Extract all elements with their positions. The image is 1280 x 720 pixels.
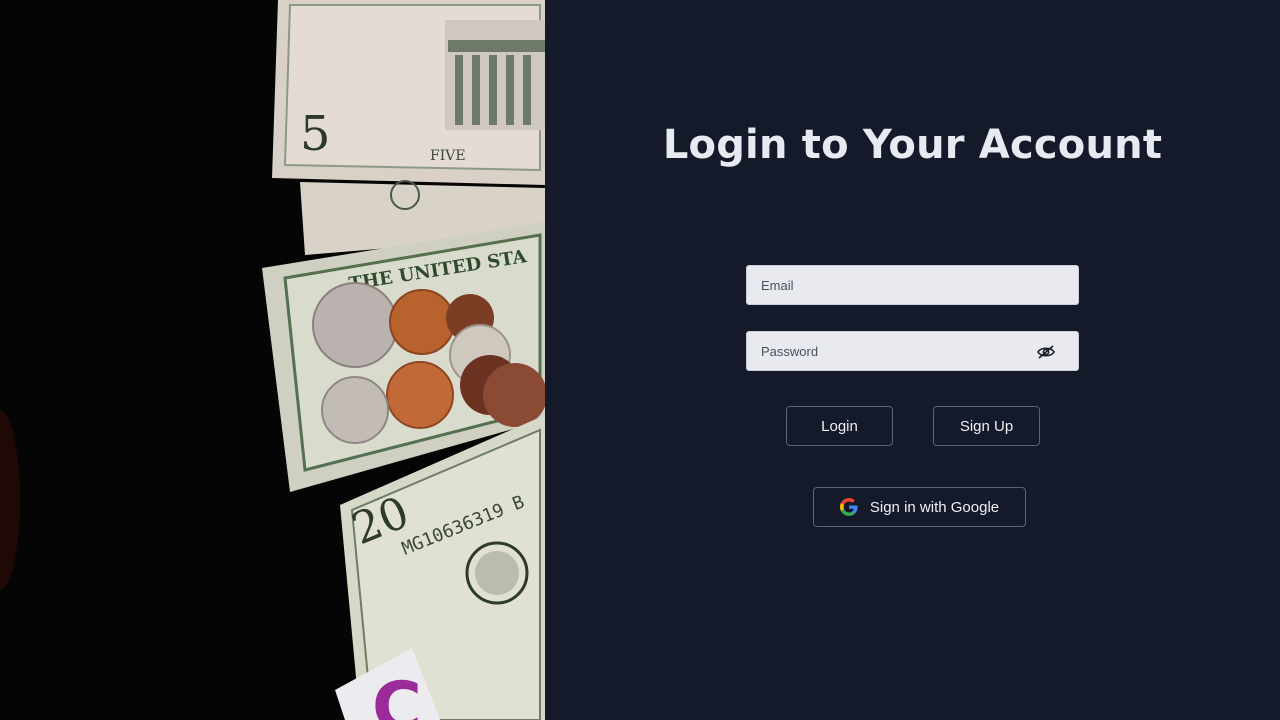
google-signin-label: Sign in with Google bbox=[869, 498, 1000, 516]
password-input[interactable] bbox=[747, 332, 1078, 370]
google-signin-button[interactable]: Sign in with Google bbox=[813, 487, 1026, 527]
login-button[interactable]: Login bbox=[786, 406, 893, 446]
password-field-wrapper bbox=[746, 331, 1079, 371]
google-logo-icon bbox=[839, 498, 858, 516]
svg-text:5: 5 bbox=[300, 106, 331, 162]
email-input[interactable] bbox=[747, 266, 1078, 304]
login-page: 5 FIVE THE UNITED STA 20 MG10636319 B C … bbox=[0, 0, 1280, 720]
money-illustration: 5 FIVE THE UNITED STA 20 MG10636319 B C bbox=[0, 0, 545, 720]
svg-text:C: C bbox=[372, 668, 422, 720]
eye-slash-icon[interactable] bbox=[1036, 344, 1056, 360]
email-field-wrapper bbox=[746, 265, 1079, 305]
page-title: Login to Your Account bbox=[662, 122, 1163, 168]
login-panel: Login to Your Account Login Sign Up bbox=[545, 0, 1280, 720]
bill-text-top: FIVE bbox=[430, 148, 466, 164]
signup-button[interactable]: Sign Up bbox=[933, 406, 1040, 446]
money-photo: 5 FIVE THE UNITED STA 20 MG10636319 B C bbox=[0, 0, 545, 720]
five-dollar-bill: 5 FIVE bbox=[272, 0, 545, 185]
